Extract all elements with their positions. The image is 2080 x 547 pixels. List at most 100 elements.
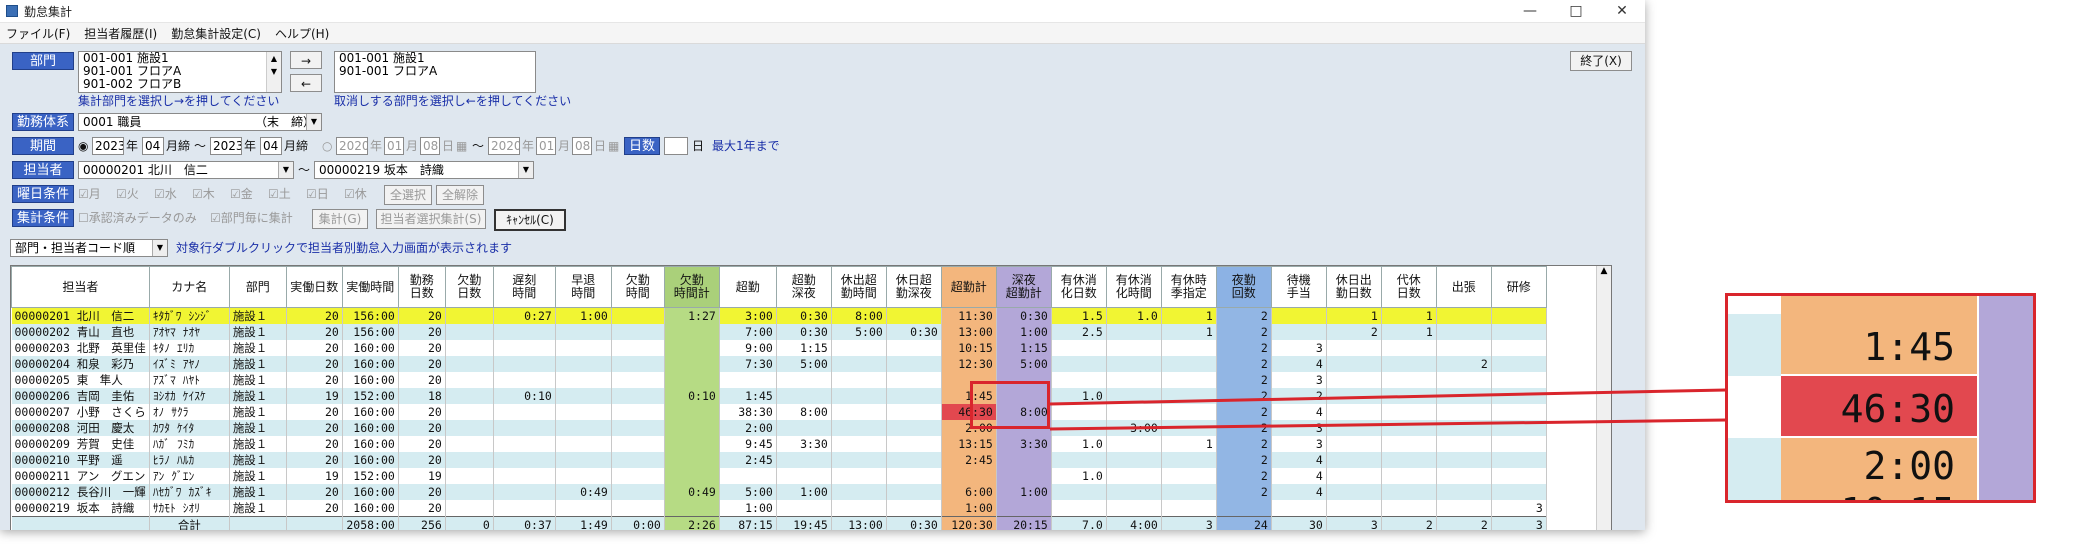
chevron-down-icon[interactable]: ▼ bbox=[306, 114, 321, 130]
column-header[interactable]: 有休消 化日数 bbox=[1050, 266, 1107, 308]
column-header[interactable]: 出張 bbox=[1435, 266, 1492, 308]
exit-button[interactable]: 終了(X) bbox=[1570, 51, 1632, 71]
table-cell: 00000209 芳賀 史佳 bbox=[11, 436, 150, 452]
range-month-from[interactable]: 01 bbox=[384, 137, 404, 155]
column-header[interactable]: 有休消 化時間 bbox=[1105, 266, 1162, 308]
period-radio-month[interactable]: ◉ bbox=[78, 138, 88, 154]
chevron-down-icon[interactable]: ▼ bbox=[278, 162, 293, 178]
clear-all-button[interactable]: 全解除 bbox=[436, 185, 484, 205]
table-row[interactable]: 00000203 北野 英里佳 ｷﾀﾉ ｴﾘｶ 施設１ 20 160:00 20 9:00 1… bbox=[11, 340, 1547, 356]
column-header[interactable]: 休日超 勤深夜 bbox=[885, 266, 942, 308]
department-source-list[interactable]: 001-001 施設1 901-001 フロアA 901-002 フロアB ▲ ▼ bbox=[78, 51, 282, 93]
column-header[interactable]: 遅刻 時間 bbox=[492, 266, 556, 308]
minimize-button[interactable]: — bbox=[1507, 0, 1553, 22]
weekday-fri-checkbox[interactable]: ☑金 bbox=[230, 186, 253, 202]
department-target-list[interactable]: 001-001 施設1 901-001 フロアA bbox=[334, 51, 536, 93]
table-cell bbox=[445, 468, 494, 484]
table-row[interactable]: 00000205 東 隼人 ｱｽﾞﾏ ﾊﾔﾄ 施設１ 20 160:00 20 2 3 bbox=[11, 372, 1547, 388]
column-header[interactable]: 有休時 季指定 bbox=[1160, 266, 1217, 308]
period-year-to[interactable]: 2023 bbox=[210, 137, 242, 155]
aggregate-button[interactable]: 集計(G) bbox=[312, 209, 368, 229]
table-row[interactable]: 00000201 北川 信二 ｷﾀｶﾞﾜ ｼﾝｼﾞ 施設１ 20 156:00 20 0:2… bbox=[11, 307, 1547, 324]
range-day-from[interactable]: 08 bbox=[420, 137, 440, 155]
range-year-from[interactable]: 2020 bbox=[336, 137, 368, 155]
table-scrollbar[interactable]: ▲ bbox=[1596, 266, 1611, 530]
table-row[interactable]: 00000204 和泉 彩乃 ｲｽﾞﾐ ｱﾔﾉ 施設１ 20 160:00 20 7:30 5… bbox=[11, 356, 1547, 372]
menu-staff-history[interactable]: 担当者履歴(I) bbox=[78, 25, 165, 42]
period-radio-range[interactable]: ○ bbox=[322, 138, 332, 154]
column-header[interactable]: 実働時間 bbox=[341, 266, 399, 308]
column-header[interactable]: 代休 日数 bbox=[1380, 266, 1437, 308]
column-header[interactable]: 超勤計 bbox=[940, 266, 997, 308]
menu-settings[interactable]: 勤怠集計設定(C) bbox=[165, 25, 269, 42]
column-header[interactable]: 部門 bbox=[228, 266, 287, 308]
chevron-down-icon[interactable]: ▼ bbox=[152, 240, 167, 256]
weekday-sun-checkbox[interactable]: ☑日 bbox=[306, 186, 329, 202]
maximize-button[interactable]: □ bbox=[1553, 0, 1599, 22]
column-header[interactable]: 勤務 日数 bbox=[397, 266, 446, 308]
range-year-to[interactable]: 2020 bbox=[488, 137, 520, 155]
list-item[interactable]: 901-001 フロアA bbox=[339, 65, 535, 78]
remove-department-button[interactable]: ← bbox=[290, 74, 322, 92]
days-input[interactable] bbox=[664, 137, 688, 155]
period-month-to[interactable]: 04 bbox=[260, 137, 282, 155]
range-month-to[interactable]: 01 bbox=[536, 137, 556, 155]
weekday-tue-checkbox[interactable]: ☑火 bbox=[116, 186, 139, 202]
list-item[interactable]: 901-002 フロアB bbox=[83, 78, 281, 91]
chevron-down-icon[interactable]: ▼ bbox=[518, 162, 533, 178]
column-header[interactable]: カナ名 bbox=[148, 266, 230, 308]
table-row[interactable]: 00000209 芳賀 史佳 ﾊｶﾞ ﾌﾐｶ 施設１ 20 160:00 20 9:45 3:… bbox=[11, 436, 1547, 452]
table-row[interactable]: 00000206 吉岡 圭佑 ﾖｼｵｶ ｹｲｽｹ 施設１ 19 152:00 18 0:10… bbox=[11, 388, 1547, 404]
menu-file[interactable]: ファイル(F) bbox=[0, 25, 78, 42]
column-header[interactable]: 研修 bbox=[1490, 266, 1547, 308]
table-row[interactable]: 00000202 青山 直也 ｱｵﾔﾏ ﾅｵﾔ 施設１ 20 156:00 20 7:00 0… bbox=[11, 324, 1547, 340]
staff-from-select[interactable]: 00000201 北川 信二 ▼ bbox=[78, 161, 294, 179]
column-header[interactable]: 休出超 勤時間 bbox=[830, 266, 887, 308]
list-scrollbar[interactable]: ▲ ▼ bbox=[266, 52, 281, 92]
column-header[interactable]: 早退 時間 bbox=[554, 266, 612, 308]
period-month-from[interactable]: 04 bbox=[142, 137, 164, 155]
menu-help[interactable]: ヘルプ(H) bbox=[269, 25, 337, 42]
column-header[interactable]: 夜勤 回数 bbox=[1215, 266, 1272, 308]
table-cell bbox=[1106, 484, 1162, 500]
column-header[interactable]: 担当者 bbox=[11, 266, 150, 308]
weekday-wed-checkbox[interactable]: ☑水 bbox=[154, 186, 177, 202]
column-header[interactable]: 欠勤 時間 bbox=[610, 266, 665, 308]
attendance-table[interactable]: 担当者 カナ名 部門 実働日数 実働時間 勤務 日数 欠勤 日数 遅刻 時間 早退 時間 欠勤 時… bbox=[10, 265, 1612, 530]
table-row[interactable]: 00000207 小野 さくら ｵﾉ ｻｸﾗ 施設１ 20 160:00 20 38:30 8… bbox=[11, 404, 1547, 420]
weekday-holiday-checkbox[interactable]: ☑休 bbox=[344, 186, 367, 202]
select-all-button[interactable]: 全選択 bbox=[384, 185, 432, 205]
total-row[interactable]: 合計 2058:00 256 0 0:37 1:49 0:00 2:26 87:15 19:45 1… bbox=[11, 516, 1547, 530]
table-row[interactable]: 00000212 長谷川 一輝 ﾊｾｶﾞﾜ ｶｽﾞｷ 施設１ 20 160:00 20 0:… bbox=[11, 484, 1547, 500]
sort-order-select[interactable]: 部門・担当者コード順 ▼ bbox=[10, 239, 168, 257]
column-header[interactable]: 欠勤 時間計 bbox=[663, 266, 720, 308]
add-department-button[interactable]: → bbox=[290, 51, 322, 69]
table-cell bbox=[445, 324, 494, 340]
column-header[interactable]: 休日出 勤日数 bbox=[1325, 266, 1382, 308]
calendar-icon[interactable]: ▦ bbox=[608, 138, 619, 154]
range-day-to[interactable]: 08 bbox=[572, 137, 592, 155]
weekday-sat-checkbox[interactable]: ☑土 bbox=[268, 186, 291, 202]
table-row[interactable]: 00000219 坂本 詩織 ｻｶﾓﾄ ｼｵﾘ 施設１ 20 160:00 20 1:00 1… bbox=[11, 500, 1547, 517]
column-header[interactable]: 超勤 深夜 bbox=[775, 266, 832, 308]
work-system-select[interactable]: 0001 職員 （末 締） ▼ bbox=[78, 113, 322, 131]
period-year-from[interactable]: 2023 bbox=[92, 137, 124, 155]
per-department-checkbox[interactable]: ☑部門毎に集計 bbox=[210, 210, 293, 226]
staff-to-select[interactable]: 00000219 坂本 詩織 ▼ bbox=[314, 161, 534, 179]
staff-aggregate-button[interactable]: 担当者選択集計(S) bbox=[376, 209, 486, 229]
table-row[interactable]: 00000211 アン グエン ｱﾝ ｸﾞｴﾝ 施設１ 19 152:00 19 1.0 2 4 bbox=[11, 468, 1547, 484]
approved-only-checkbox[interactable]: ☐承認済みデータのみ bbox=[78, 210, 197, 226]
table-row[interactable]: 00000210 平野 遥ﾋﾗﾉ ﾊﾙｶ 施設１ 20 160:00 20 2:45 2:4… bbox=[11, 452, 1547, 468]
column-header[interactable]: 待機 手当 bbox=[1270, 266, 1327, 308]
column-header[interactable]: 深夜 超勤計 bbox=[995, 266, 1052, 308]
close-window-button[interactable]: ✕ bbox=[1599, 0, 1645, 22]
cancel-button[interactable]: ｷｬﾝｾﾙ(C) bbox=[494, 209, 566, 231]
table-cell: 20 bbox=[398, 372, 446, 388]
calendar-icon[interactable]: ▦ bbox=[456, 138, 467, 154]
column-header[interactable]: 実働日数 bbox=[285, 266, 343, 308]
column-header[interactable]: 欠勤 日数 bbox=[444, 266, 494, 308]
column-header[interactable]: 超勤 bbox=[718, 266, 777, 308]
weekday-mon-checkbox[interactable]: ☑月 bbox=[78, 186, 101, 202]
table-row[interactable]: 00000208 河田 慶太 ｶﾜﾀ ｹｲﾀ 施設１ 20 160:00 20 2:00 2:… bbox=[11, 420, 1547, 436]
weekday-thu-checkbox[interactable]: ☑木 bbox=[192, 186, 215, 202]
